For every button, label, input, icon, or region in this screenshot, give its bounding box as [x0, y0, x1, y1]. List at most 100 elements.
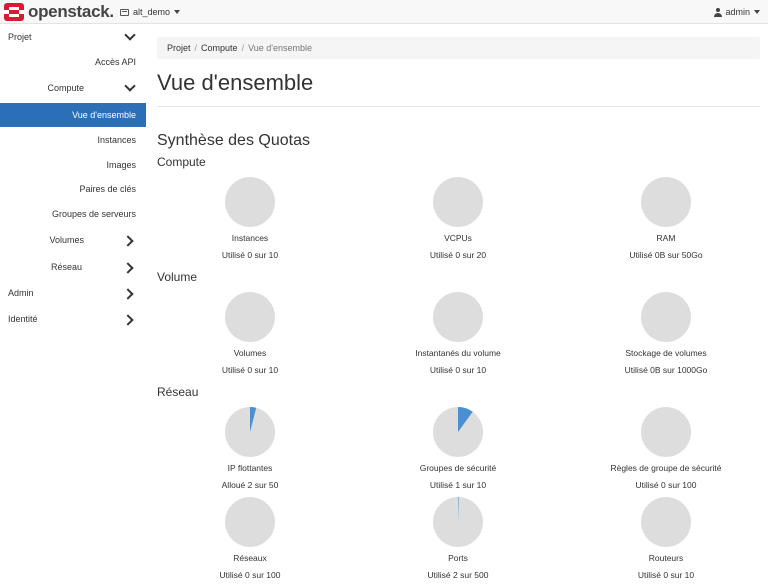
user-icon — [714, 7, 723, 17]
quota-label: Ports — [448, 553, 468, 563]
page-title: Vue d'ensemble — [157, 70, 314, 95]
quota-pie-background — [641, 177, 691, 227]
quota-instances: Instances Utilisé 0 sur 10 — [150, 177, 350, 260]
chevron-right-icon — [122, 262, 134, 274]
chevron-down-icon — [124, 80, 136, 92]
chevron-right-icon — [122, 288, 134, 300]
quota-usage: Utilisé 2 sur 500 — [427, 570, 489, 580]
sidebar-item-label: Vue d'ensemble — [72, 110, 136, 120]
quota-pie-background — [225, 292, 275, 342]
group-title-volume: Volume — [157, 270, 198, 284]
quota-label: Stockage de volumes — [625, 348, 707, 358]
sidebar-item-projet[interactable]: Projet — [0, 25, 146, 49]
quota-label: Instances — [231, 233, 269, 243]
sidebar-item-reseau[interactable]: Réseau — [0, 255, 146, 279]
sidebar-item-label: Identité — [8, 314, 38, 324]
sidebar-item-admin[interactable]: Admin — [0, 281, 146, 305]
quota-usage: Utilisé 0 sur 20 — [429, 250, 487, 260]
quota-volumes: Volumes Utilisé 0 sur 10 — [150, 292, 350, 375]
quota-pie-chart — [641, 177, 691, 227]
sidebar-item-label: Compute — [47, 83, 84, 93]
breadcrumb-projet[interactable]: Projet — [167, 43, 191, 53]
quota-pie-chart — [641, 292, 691, 342]
chevron-down-icon — [124, 29, 136, 41]
quota-label: Groupes de sécurité — [419, 463, 497, 473]
quota-label: Volumes — [233, 348, 267, 358]
quota-pie-background — [641, 407, 691, 457]
quota-label: Instantanés du volume — [415, 348, 501, 358]
sidebar-item-vue-ensemble[interactable]: Vue d'ensemble — [0, 103, 146, 127]
quota-usage: Utilisé 0 sur 10 — [429, 365, 487, 375]
quota-usage: Utilisé 0 sur 10 — [221, 365, 279, 375]
quota-security-group-rules: Règles de groupe de sécurité Utilisé 0 s… — [566, 407, 766, 490]
sidebar-item-paires-de-cles[interactable]: Paires de clés — [0, 177, 146, 201]
sidebar-item-label: Projet — [8, 32, 32, 42]
quota-floating-ips: IP flottantes Alloué 2 sur 50 — [150, 407, 350, 490]
quota-pie-chart — [225, 497, 275, 547]
quota-label: Réseaux — [233, 553, 267, 563]
sidebar-item-acces-api[interactable]: Accès API — [0, 50, 146, 74]
project-name: alt_demo — [133, 7, 171, 17]
logo-text: openstack. — [28, 2, 114, 21]
quota-pie-chart — [225, 407, 275, 457]
sidebar-item-label: Accès API — [94, 57, 136, 67]
sidebar-item-label: Admin — [8, 288, 34, 298]
quota-usage: Utilisé 0 sur 10 — [637, 570, 695, 580]
user-name: admin — [725, 7, 750, 17]
group-title-compute: Compute — [157, 155, 206, 169]
section-title: Synthèse des Quotas — [157, 132, 310, 149]
openstack-logo-icon — [4, 3, 24, 21]
sidebar: Projet Accès API Compute Vue d'ensemble … — [0, 24, 146, 586]
quota-pie-background — [225, 177, 275, 227]
caret-down-icon — [174, 10, 181, 14]
sidebar-item-groupes-de-serveurs[interactable]: Groupes de serveurs — [0, 202, 146, 226]
sidebar-item-label: Groupes de serveurs — [51, 209, 136, 219]
sidebar-item-volumes[interactable]: Volumes — [0, 228, 146, 252]
user-menu[interactable]: admin — [714, 0, 760, 24]
breadcrumb: Projet / Compute / Vue d'ensemble — [157, 37, 760, 59]
breadcrumb-current: Vue d'ensemble — [248, 43, 313, 53]
quota-vcpus: VCPUs Utilisé 0 sur 20 — [358, 177, 558, 260]
quota-usage: Utilisé 0 sur 100 — [219, 570, 281, 580]
quota-pie-chart — [433, 497, 483, 547]
quota-pie-background — [641, 497, 691, 547]
quota-usage: Utilisé 0 sur 100 — [635, 480, 697, 490]
quota-usage: Utilisé 0 sur 10 — [221, 250, 279, 260]
title-divider — [157, 106, 760, 107]
quota-usage: Utilisé 0B sur 1000Go — [624, 365, 708, 375]
quota-usage: Utilisé 1 sur 10 — [429, 480, 487, 490]
breadcrumb-separator: / — [241, 43, 245, 53]
quota-pie-background — [225, 497, 275, 547]
quota-pie-chart — [433, 292, 483, 342]
breadcrumb-separator: / — [194, 43, 198, 53]
quota-pie-chart — [433, 407, 483, 457]
quota-label: VCPUs — [444, 233, 472, 243]
quota-pie-chart — [225, 177, 275, 227]
sidebar-item-images[interactable]: Images — [0, 153, 146, 177]
quota-usage: Utilisé 0B sur 50Go — [629, 250, 703, 260]
quota-pie-chart — [641, 497, 691, 547]
quota-networks: Réseaux Utilisé 0 sur 100 — [150, 497, 350, 580]
openstack-logo[interactable]: openstack. — [4, 2, 114, 22]
sidebar-item-label: Réseau — [50, 262, 82, 272]
sidebar-item-compute[interactable]: Compute — [0, 76, 146, 100]
sidebar-item-identite[interactable]: Identité — [0, 307, 146, 331]
breadcrumb-compute[interactable]: Compute — [201, 43, 238, 53]
quota-pie-chart — [641, 407, 691, 457]
quota-volume-snapshots: Instantanés du volume Utilisé 0 sur 10 — [358, 292, 558, 375]
quota-label: Routeurs — [648, 553, 684, 563]
quota-usage: Alloué 2 sur 50 — [221, 480, 279, 490]
sidebar-item-instances[interactable]: Instances — [0, 128, 146, 152]
sidebar-item-label: Volumes — [49, 235, 84, 245]
quota-volume-storage: Stockage de volumes Utilisé 0B sur 1000G… — [566, 292, 766, 375]
quota-pie-background — [641, 292, 691, 342]
quota-pie-chart — [225, 292, 275, 342]
sidebar-item-label: Paires de clés — [79, 184, 136, 194]
quota-label: RAM — [656, 233, 676, 243]
sidebar-item-label: Images — [106, 160, 136, 170]
caret-down-icon — [754, 10, 760, 14]
project-selector[interactable]: alt_demo — [120, 0, 181, 24]
project-icon — [120, 8, 129, 16]
quota-ports: Ports Utilisé 2 sur 500 — [358, 497, 558, 580]
top-navbar: openstack. alt_demo admin — [0, 0, 768, 24]
